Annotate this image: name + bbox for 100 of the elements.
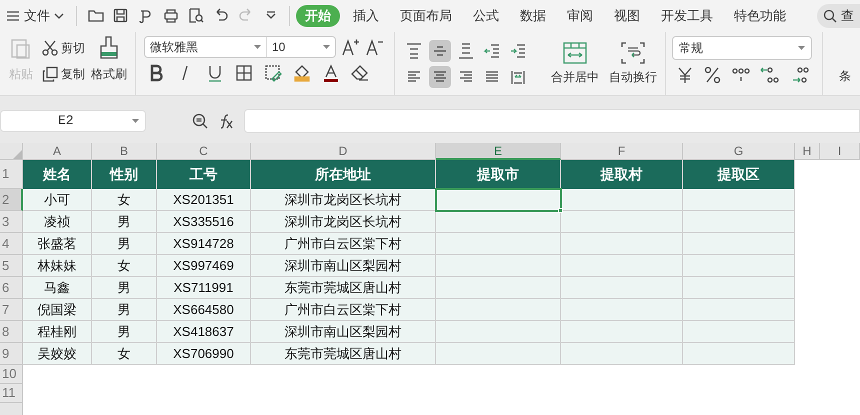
table-cell: 女 xyxy=(92,189,157,211)
printer-icon[interactable] xyxy=(162,7,180,25)
align-center-button[interactable] xyxy=(429,66,451,88)
column-header[interactable]: A xyxy=(23,143,92,160)
underline-icon[interactable] xyxy=(206,64,224,82)
wrap-text-button[interactable]: 自动换行 xyxy=(609,42,657,86)
row-header[interactable]: 5 xyxy=(0,255,23,277)
font-color-icon[interactable] xyxy=(322,64,340,82)
cell-style-icon[interactable] xyxy=(264,64,282,82)
table-cell: 女 xyxy=(92,343,157,365)
column-header[interactable]: F xyxy=(561,143,683,160)
row-header[interactable]: 4 xyxy=(0,233,23,255)
table-cell: 男 xyxy=(92,321,157,343)
column-header[interactable]: B xyxy=(92,143,157,160)
file-menu[interactable]: 文件 xyxy=(6,4,64,28)
row-header[interactable]: 1 xyxy=(0,160,23,189)
column-header[interactable]: C xyxy=(157,143,251,160)
ribbon-tab[interactable]: 特色功能 xyxy=(725,5,795,27)
cut-button[interactable]: 剪切 xyxy=(42,39,85,57)
table-cell: 深圳市南山区梨园村 xyxy=(251,321,436,343)
ribbon-tab[interactable]: 视图 xyxy=(605,5,649,27)
ribbon-tab[interactable]: 插入 xyxy=(344,5,388,27)
column-header[interactable]: G xyxy=(683,143,795,160)
align-bottom-icon xyxy=(457,42,475,60)
currency-icon[interactable] xyxy=(676,66,694,84)
table-cell: 广州市白云区棠下村 xyxy=(251,299,436,321)
menu-icon[interactable] xyxy=(6,10,20,22)
ribbon-tab[interactable]: 公式 xyxy=(464,5,508,27)
number-format-dropdown[interactable]: 常规 xyxy=(672,36,812,60)
column-header[interactable]: E xyxy=(436,143,561,160)
table-cell: 吴姣姣 xyxy=(23,343,92,365)
table-cell: 深圳市南山区梨园村 xyxy=(251,255,436,277)
preview-icon[interactable] xyxy=(186,7,204,25)
fill-handle[interactable] xyxy=(558,208,563,213)
merge-cells-icon[interactable] xyxy=(563,42,587,64)
column-heading: 提取区 xyxy=(683,160,795,189)
font-size-dropdown[interactable]: 10 xyxy=(267,37,335,57)
search-icon[interactable] xyxy=(823,9,837,23)
fill-bucket-icon[interactable] xyxy=(293,64,311,82)
table-cell: 倪国梁 xyxy=(23,299,92,321)
function-icon[interactable] xyxy=(218,113,234,129)
increase-font-icon[interactable] xyxy=(342,38,360,56)
chevron-down-icon[interactable] xyxy=(54,13,64,19)
eraser-icon[interactable] xyxy=(351,64,369,82)
scissors-icon[interactable] xyxy=(42,40,58,56)
table-cell: XS335516 xyxy=(157,211,251,233)
row-header[interactable]: 2 xyxy=(0,189,23,211)
row-header[interactable]: 3 xyxy=(0,211,23,233)
row-header[interactable]: 10 xyxy=(0,365,23,384)
column-heading: 性别 xyxy=(92,160,157,189)
table-cell: 凌祯 xyxy=(23,211,92,233)
table-cell: 林妹妹 xyxy=(23,255,92,277)
column-header[interactable]: I xyxy=(820,143,860,160)
column-header[interactable]: H xyxy=(795,143,820,160)
thousands-icon[interactable] xyxy=(732,66,750,84)
increase-decimal-icon[interactable] xyxy=(760,66,780,84)
formula-input[interactable] xyxy=(244,109,860,133)
table-cell: 东莞市莞城区唐山村 xyxy=(251,277,436,299)
row-header[interactable]: 8 xyxy=(0,321,23,343)
save-icon[interactable] xyxy=(112,7,130,25)
table-cell: XS418637 xyxy=(157,321,251,343)
column-header[interactable]: D xyxy=(251,143,436,160)
format-painter-button[interactable]: 格式刷 xyxy=(91,36,127,83)
decrease-decimal-icon[interactable] xyxy=(790,66,810,84)
table-cell: XS914728 xyxy=(157,233,251,255)
zoom-icon[interactable] xyxy=(192,113,208,129)
active-cell[interactable] xyxy=(436,189,561,211)
ribbon-tab[interactable]: 审阅 xyxy=(558,5,602,27)
caret-icon[interactable] xyxy=(254,45,261,49)
caret-icon[interactable] xyxy=(798,46,805,50)
ribbon-label: 条 xyxy=(839,68,851,85)
row-header[interactable]: 9 xyxy=(0,343,23,365)
copy-button[interactable]: 复制 xyxy=(42,65,85,83)
ribbon-tab[interactable]: 数据 xyxy=(511,5,555,27)
ribbon-tab[interactable]: 开始 xyxy=(296,5,340,27)
table-cell: 程桂刚 xyxy=(23,321,92,343)
font-name-dropdown[interactable]: 微软雅黑 xyxy=(145,37,267,57)
row-header[interactable]: 6 xyxy=(0,277,23,299)
caret-icon[interactable] xyxy=(132,119,139,123)
table-cell: XS711991 xyxy=(157,277,251,299)
table-cell: 男 xyxy=(92,277,157,299)
ribbon-tab[interactable]: 页面布局 xyxy=(391,5,461,27)
merge-center-button[interactable]: 合并居中 xyxy=(551,42,599,86)
borders-icon[interactable] xyxy=(235,64,253,82)
table-cell: 张盛茗 xyxy=(23,233,92,255)
align-top-icon xyxy=(405,42,423,60)
row-header[interactable]: 7 xyxy=(0,299,23,321)
column-heading: 提取市 xyxy=(436,160,561,189)
search-field[interactable]: 查 xyxy=(817,4,860,28)
percent-icon[interactable] xyxy=(704,66,722,84)
table-cell: XS664580 xyxy=(157,299,251,321)
decrease-font-icon[interactable] xyxy=(366,38,384,56)
wrap-text-icon[interactable] xyxy=(621,42,645,64)
copy-icon[interactable] xyxy=(42,66,58,82)
name-box[interactable]: E2 xyxy=(0,110,146,132)
column-heading: 工号 xyxy=(157,160,251,189)
row-header[interactable]: 11 xyxy=(0,384,23,403)
ribbon-tab[interactable]: 开发工具 xyxy=(652,5,722,27)
caret-icon[interactable] xyxy=(323,45,330,49)
align-middle-button[interactable] xyxy=(429,40,451,62)
